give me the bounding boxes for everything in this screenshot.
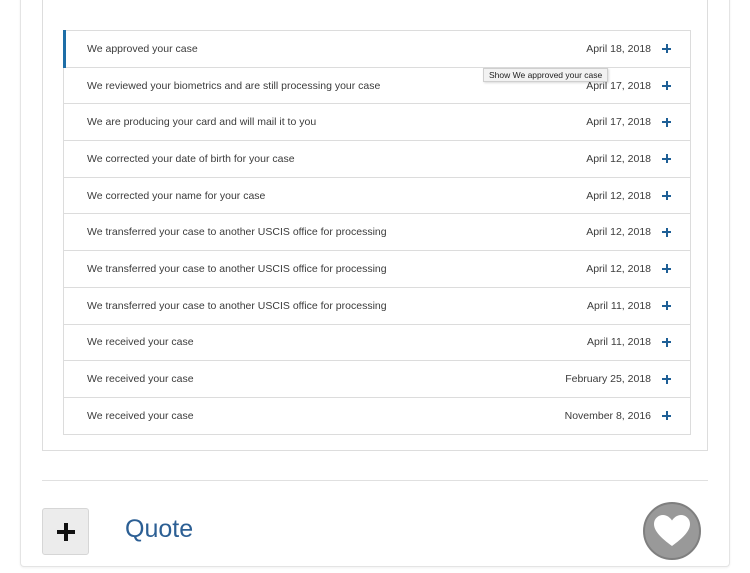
quote-link[interactable]: Quote — [125, 515, 193, 544]
footer-divider — [42, 480, 708, 481]
history-row-date: April 12, 2018 — [586, 262, 651, 275]
history-row-label: We received your case — [87, 409, 194, 422]
history-row-date: February 25, 2018 — [565, 373, 651, 386]
expand-plus-icon[interactable] — [662, 117, 671, 127]
history-row[interactable]: We approved your case April 18, 2018 — [63, 30, 690, 68]
expand-plus-icon[interactable] — [662, 411, 671, 421]
row-tooltip: Show We approved your case — [483, 68, 609, 82]
expand-plus-icon[interactable] — [662, 264, 671, 274]
history-row-label: We transferred your case to another USCI… — [87, 262, 387, 275]
history-row[interactable]: We transferred your case to another USCI… — [64, 251, 690, 288]
history-row[interactable]: We corrected your date of birth for your… — [64, 141, 690, 178]
history-row-date: April 12, 2018 — [586, 189, 651, 202]
history-row-label: We received your case — [87, 373, 194, 386]
history-row-label: We transferred your case to another USCI… — [87, 299, 387, 312]
expand-plus-icon[interactable] — [662, 374, 671, 384]
expand-plus-icon[interactable] — [662, 191, 671, 201]
history-row-date: April 11, 2018 — [586, 336, 651, 349]
history-row-date: April 12, 2018 — [586, 152, 651, 165]
case-history-list: We approved your case April 18, 2018 We … — [63, 30, 691, 435]
expand-plus-icon[interactable] — [662, 154, 671, 164]
history-row-label: We are producing your card and will mail… — [87, 116, 317, 129]
history-row-label: We approved your case — [87, 42, 198, 55]
history-row-date: April 11, 2018 — [586, 299, 651, 312]
heart-icon — [654, 515, 690, 546]
history-row[interactable]: We received your case November 8, 2016 — [64, 398, 690, 435]
history-row[interactable]: We corrected your name for your case Apr… — [64, 178, 690, 215]
expand-plus-icon[interactable] — [662, 337, 671, 347]
history-row-label: We corrected your name for your case — [87, 189, 266, 202]
expand-plus-icon[interactable] — [662, 227, 671, 237]
expand-plus-icon[interactable] — [662, 81, 671, 91]
history-row-date: April 18, 2018 — [586, 42, 651, 55]
expand-plus-icon[interactable] — [662, 301, 671, 311]
expand-plus-icon[interactable] — [662, 44, 671, 54]
history-row[interactable]: We transferred your case to another USCI… — [64, 288, 690, 325]
history-row[interactable]: We transferred your case to another USCI… — [64, 214, 690, 252]
history-row-date: November 8, 2016 — [564, 409, 651, 422]
history-row-label: We corrected your date of birth for your… — [87, 152, 295, 165]
history-row-label: We received your case — [87, 336, 194, 349]
history-row[interactable]: We are producing your card and will mail… — [64, 104, 690, 142]
history-row[interactable]: We received your case April 11, 2018 — [64, 325, 690, 362]
add-quote-button[interactable] — [42, 508, 89, 555]
like-button[interactable] — [643, 502, 701, 560]
history-row-date: April 17, 2018 — [586, 116, 651, 129]
history-row-date: April 12, 2018 — [586, 226, 651, 239]
history-row-label: We transferred your case to another USCI… — [87, 226, 387, 239]
history-row[interactable]: We received your case February 25, 2018 — [64, 361, 690, 398]
history-row-label: We reviewed your biometrics and are stil… — [87, 79, 381, 92]
plus-icon — [57, 523, 75, 541]
